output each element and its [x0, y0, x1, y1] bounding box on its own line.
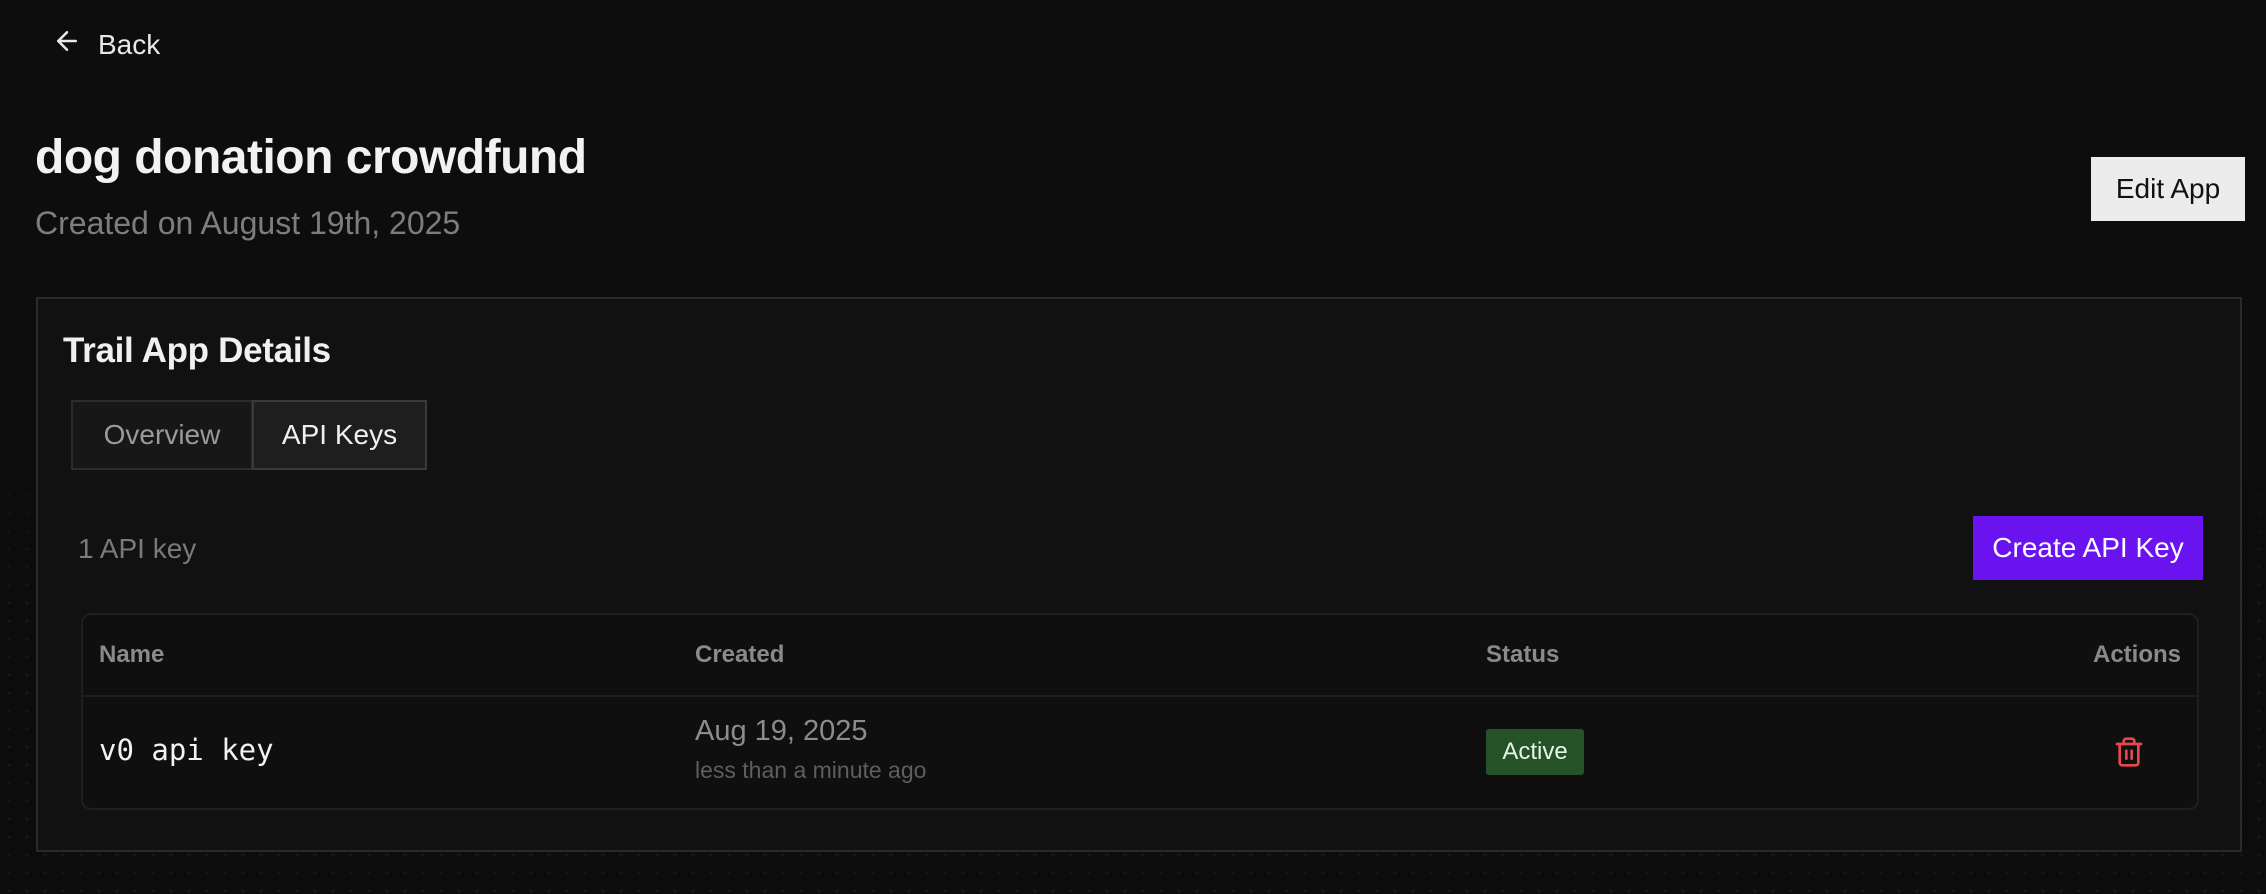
back-link[interactable]: Back — [52, 26, 160, 63]
trash-icon[interactable] — [2113, 735, 2145, 769]
created-on-label: Created on August 19th, 2025 — [35, 205, 461, 241]
tab-overview[interactable]: Overview — [71, 400, 253, 470]
back-label: Back — [98, 28, 161, 60]
api-key-count: 1 API key — [78, 533, 197, 564]
tab-bar: Overview API Keys — [71, 400, 427, 470]
edit-app-button[interactable]: Edit App — [2091, 157, 2245, 221]
column-header-name: Name — [99, 641, 165, 668]
table-row: v0 api key Aug 19, 2025 less than a minu… — [83, 697, 2197, 809]
column-header-status: Status — [1486, 641, 1560, 668]
page-title: dog donation crowdfund — [35, 131, 587, 184]
app-details-panel: Trail App Details Overview API Keys 1 AP… — [36, 297, 2242, 852]
table-header: Name Created Status Actions — [83, 615, 2197, 697]
api-keys-table: Name Created Status Actions v0 api key A… — [81, 613, 2199, 810]
created-date: Aug 19, 2025 — [695, 715, 868, 747]
api-key-name: v0 api key — [99, 733, 274, 767]
create-api-key-button[interactable]: Create API Key — [1973, 516, 2203, 580]
status-badge: Active — [1486, 729, 1584, 775]
column-header-actions: Actions — [2092, 641, 2181, 668]
arrow-left-icon — [52, 26, 82, 63]
panel-title: Trail App Details — [63, 331, 331, 370]
column-header-created: Created — [695, 641, 785, 668]
tab-api-keys[interactable]: API Keys — [252, 400, 427, 470]
created-relative-time: less than a minute ago — [695, 757, 927, 783]
